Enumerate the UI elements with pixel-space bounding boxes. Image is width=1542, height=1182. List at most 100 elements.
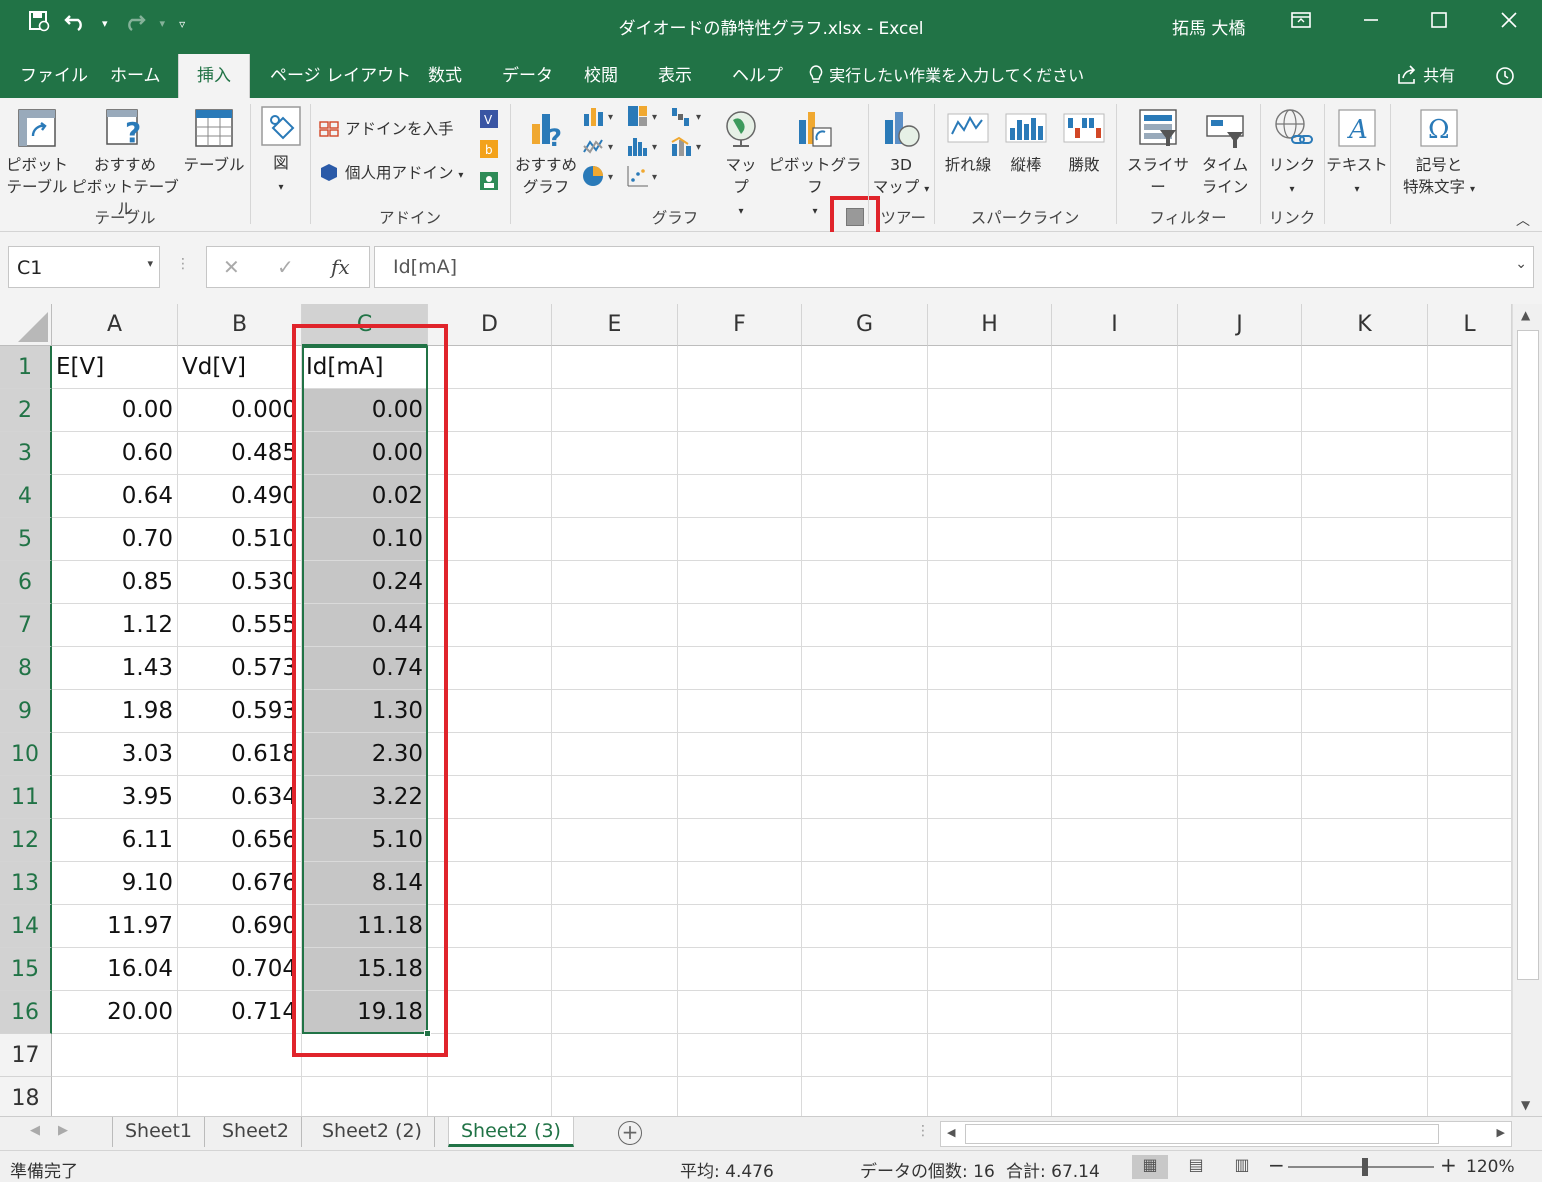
cell-i16[interactable]	[1052, 991, 1178, 1034]
row-header-10[interactable]: 10	[0, 733, 52, 776]
cell-l11[interactable]	[1428, 776, 1512, 819]
tab-split-handle-icon[interactable]: ⋮	[916, 1123, 930, 1139]
cell-a8[interactable]: 1.43	[52, 647, 178, 690]
tab-file[interactable]: ファイル	[2, 54, 106, 98]
tab-data[interactable]: データ	[484, 54, 571, 98]
page-layout-view-icon[interactable]: ▤	[1178, 1155, 1214, 1179]
column-chart-icon[interactable]: ▾	[582, 104, 622, 132]
cell-f2[interactable]	[678, 389, 802, 432]
cell-l14[interactable]	[1428, 905, 1512, 948]
cell-f15[interactable]	[678, 948, 802, 991]
row-header-5[interactable]: 5	[0, 518, 52, 561]
horizontal-scroll-thumb[interactable]	[965, 1124, 1439, 1144]
cell-h16[interactable]	[928, 991, 1052, 1034]
cell-i18[interactable]	[1052, 1077, 1178, 1116]
cell-g17[interactable]	[802, 1034, 928, 1077]
zoom-slider-knob[interactable]	[1362, 1158, 1368, 1176]
cell-j15[interactable]	[1178, 948, 1302, 991]
cell-a1[interactable]: E[V]	[52, 346, 178, 389]
cell-i12[interactable]	[1052, 819, 1178, 862]
cell-e2[interactable]	[552, 389, 678, 432]
cell-h4[interactable]	[928, 475, 1052, 518]
sparkline-column-button[interactable]: 縦棒	[1000, 106, 1052, 176]
cell-f12[interactable]	[678, 819, 802, 862]
cell-l3[interactable]	[1428, 432, 1512, 475]
cell-f3[interactable]	[678, 432, 802, 475]
column-header-a[interactable]: A	[52, 304, 178, 346]
cell-j14[interactable]	[1178, 905, 1302, 948]
cell-g6[interactable]	[802, 561, 928, 604]
cell-g4[interactable]	[802, 475, 928, 518]
cell-j1[interactable]	[1178, 346, 1302, 389]
pie-chart-icon[interactable]: ▾	[582, 164, 622, 192]
zoom-in-icon[interactable]: +	[1440, 1153, 1457, 1177]
row-header-4[interactable]: 4	[0, 475, 52, 518]
sparkline-winloss-button[interactable]: 勝敗	[1058, 106, 1110, 176]
bing-maps-icon[interactable]: b	[478, 138, 500, 164]
sheet-tab-sheet2-3[interactable]: Sheet2 (3)	[448, 1117, 574, 1147]
cell-i10[interactable]	[1052, 733, 1178, 776]
cell-e4[interactable]	[552, 475, 678, 518]
share-button[interactable]: 共有	[1396, 54, 1455, 98]
cell-a15[interactable]: 16.04	[52, 948, 178, 991]
row-header-2[interactable]: 2	[0, 389, 52, 432]
name-box[interactable]: C1 ▾	[8, 246, 160, 288]
cell-j5[interactable]	[1178, 518, 1302, 561]
row-header-8[interactable]: 8	[0, 647, 52, 690]
cell-g10[interactable]	[802, 733, 928, 776]
cell-b13[interactable]: 0.676	[178, 862, 302, 905]
cell-k17[interactable]	[1302, 1034, 1428, 1077]
column-header-k[interactable]: K	[1302, 304, 1428, 346]
cell-b10[interactable]: 0.618	[178, 733, 302, 776]
cell-e16[interactable]	[552, 991, 678, 1034]
cell-l7[interactable]	[1428, 604, 1512, 647]
cell-h3[interactable]	[928, 432, 1052, 475]
worksheet-grid[interactable]: ABCDEFGHIJKL 1 2 3 4 5 6 7 8 9 10 11 12 13 14 15 16 17 18…	[0, 304, 1542, 1116]
cell-e8[interactable]	[552, 647, 678, 690]
cell-k13[interactable]	[1302, 862, 1428, 905]
cell-k3[interactable]	[1302, 432, 1428, 475]
column-header-b[interactable]: B	[178, 304, 302, 346]
cell-l6[interactable]	[1428, 561, 1512, 604]
row-header-11[interactable]: 11	[0, 776, 52, 819]
cell-f6[interactable]	[678, 561, 802, 604]
cell-i15[interactable]	[1052, 948, 1178, 991]
cell-j3[interactable]	[1178, 432, 1302, 475]
cell-i3[interactable]	[1052, 432, 1178, 475]
cell-b15[interactable]: 0.704	[178, 948, 302, 991]
cell-k9[interactable]	[1302, 690, 1428, 733]
cell-a4[interactable]: 0.64	[52, 475, 178, 518]
cell-d18[interactable]	[428, 1077, 552, 1116]
cell-h18[interactable]	[928, 1077, 1052, 1116]
cell-l5[interactable]	[1428, 518, 1512, 561]
cell-g14[interactable]	[802, 905, 928, 948]
cell-g8[interactable]	[802, 647, 928, 690]
cell-e17[interactable]	[552, 1034, 678, 1077]
row-header-6[interactable]: 6	[0, 561, 52, 604]
people-graph-icon[interactable]	[478, 170, 500, 196]
sheet-tab-sheet1[interactable]: Sheet1	[112, 1117, 206, 1147]
scroll-down-icon[interactable]: ▼	[1521, 1098, 1530, 1112]
cell-k18[interactable]	[1302, 1077, 1428, 1116]
cell-i5[interactable]	[1052, 518, 1178, 561]
cell-f16[interactable]	[678, 991, 802, 1034]
cell-h9[interactable]	[928, 690, 1052, 733]
cell-l12[interactable]	[1428, 819, 1512, 862]
sparkline-line-button[interactable]: 折れ線	[940, 106, 996, 176]
ribbon-display-options-icon[interactable]	[1286, 10, 1316, 35]
link-button[interactable]: リンク ▾	[1264, 106, 1320, 201]
collapse-ribbon-icon[interactable]: ︿	[1516, 210, 1530, 230]
cell-j13[interactable]	[1178, 862, 1302, 905]
cell-e3[interactable]	[552, 432, 678, 475]
cell-k10[interactable]	[1302, 733, 1428, 776]
horizontal-scrollbar[interactable]: ◀ ▶	[940, 1121, 1512, 1147]
cell-g7[interactable]	[802, 604, 928, 647]
zoom-slider[interactable]	[1288, 1158, 1434, 1176]
cell-l17[interactable]	[1428, 1034, 1512, 1077]
cell-a10[interactable]: 3.03	[52, 733, 178, 776]
visio-data-visualizer-icon[interactable]: V	[478, 108, 500, 134]
tab-review[interactable]: 校閲	[566, 54, 636, 98]
cell-b17[interactable]	[178, 1034, 302, 1077]
symbols-button[interactable]: Ω 記号と 特殊文字 ▾	[1394, 106, 1484, 201]
cell-h8[interactable]	[928, 647, 1052, 690]
